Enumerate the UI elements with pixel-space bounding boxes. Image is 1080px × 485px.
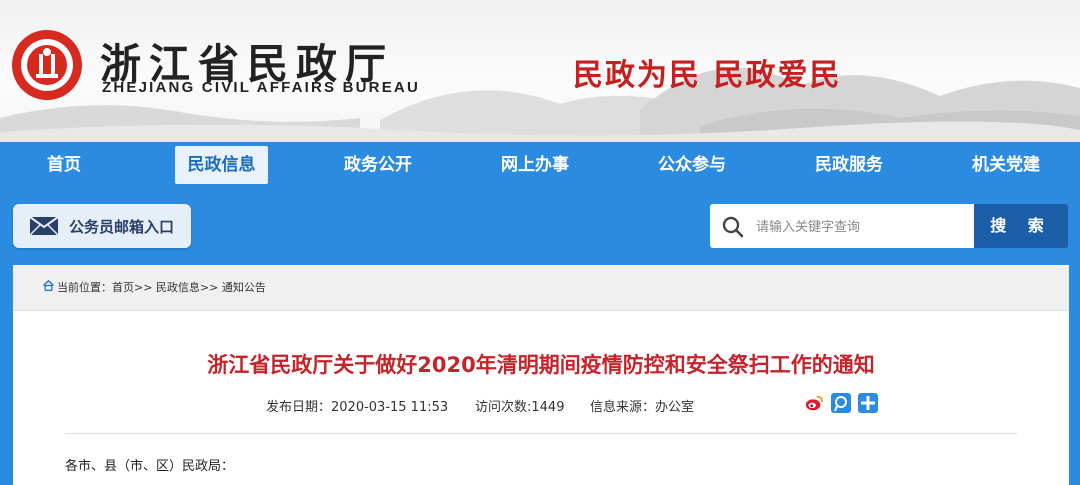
article-body-start: 各市、县（市、区）民政局： [65,459,235,474]
emblem-logo[interactable] [12,30,82,100]
weibo-icon[interactable] [804,393,824,413]
main-nav: 首页 民政信息 政务公开 网上办事 公众参与 民政服务 机关党建 [0,142,1080,188]
share-plus-icon[interactable] [858,393,878,413]
slogan: 民政为民 民政爱民 [573,58,842,93]
nav-item-civil-services[interactable]: 民政服务 [801,146,897,184]
nav-item-gov-affairs[interactable]: 政务公开 [330,146,426,184]
home-icon [43,280,54,291]
site-title-english: ZHEJIANG CIVIL AFFAIRS BUREAU [102,79,420,96]
envelope-icon [29,216,59,236]
breadcrumb: 当前位置：首页>> 民政信息>> 通知公告 [43,279,266,295]
nav-item-online-services[interactable]: 网上办事 [487,146,583,184]
site-header: 浙江省民政厅 ZHEJIANG CIVIL AFFAIRS BUREAU 民政为… [0,0,1080,142]
info-source: 信息来源：办公室 [590,400,695,415]
divider [65,433,1017,434]
nav-item-home[interactable]: 首页 [22,146,106,184]
breadcrumb-text[interactable]: 当前位置：首页>> 民政信息>> 通知公告 [57,281,266,294]
visit-count: 访问次数:1449 [475,400,565,415]
search-button[interactable]: 搜 索 [974,204,1068,248]
nav-item-public-participation[interactable]: 公众参与 [644,146,740,184]
nav-item-civil-info[interactable]: 民政信息 [175,146,268,184]
search-box[interactable] [710,204,974,248]
mailbox-label: 公务员邮箱入口 [69,218,175,236]
tencent-weibo-icon[interactable] [831,393,851,413]
content-card: 当前位置：首页>> 民政信息>> 通知公告 浙江省民政厅关于做好2020年清明期… [13,265,1069,485]
search-icon [722,216,744,238]
publish-date: 发布日期：2020-03-15 11:53 [266,400,449,415]
breadcrumb-bar: 当前位置：首页>> 民政信息>> 通知公告 [13,265,1069,311]
nav-item-party-building[interactable]: 机关党建 [958,146,1054,184]
mailbox-entry-button[interactable]: 公务员邮箱入口 [13,204,191,248]
search-input[interactable] [754,214,968,240]
article-title: 浙江省民政厅关于做好2020年清明期间疫情防控和安全祭扫工作的通知 [207,353,875,377]
